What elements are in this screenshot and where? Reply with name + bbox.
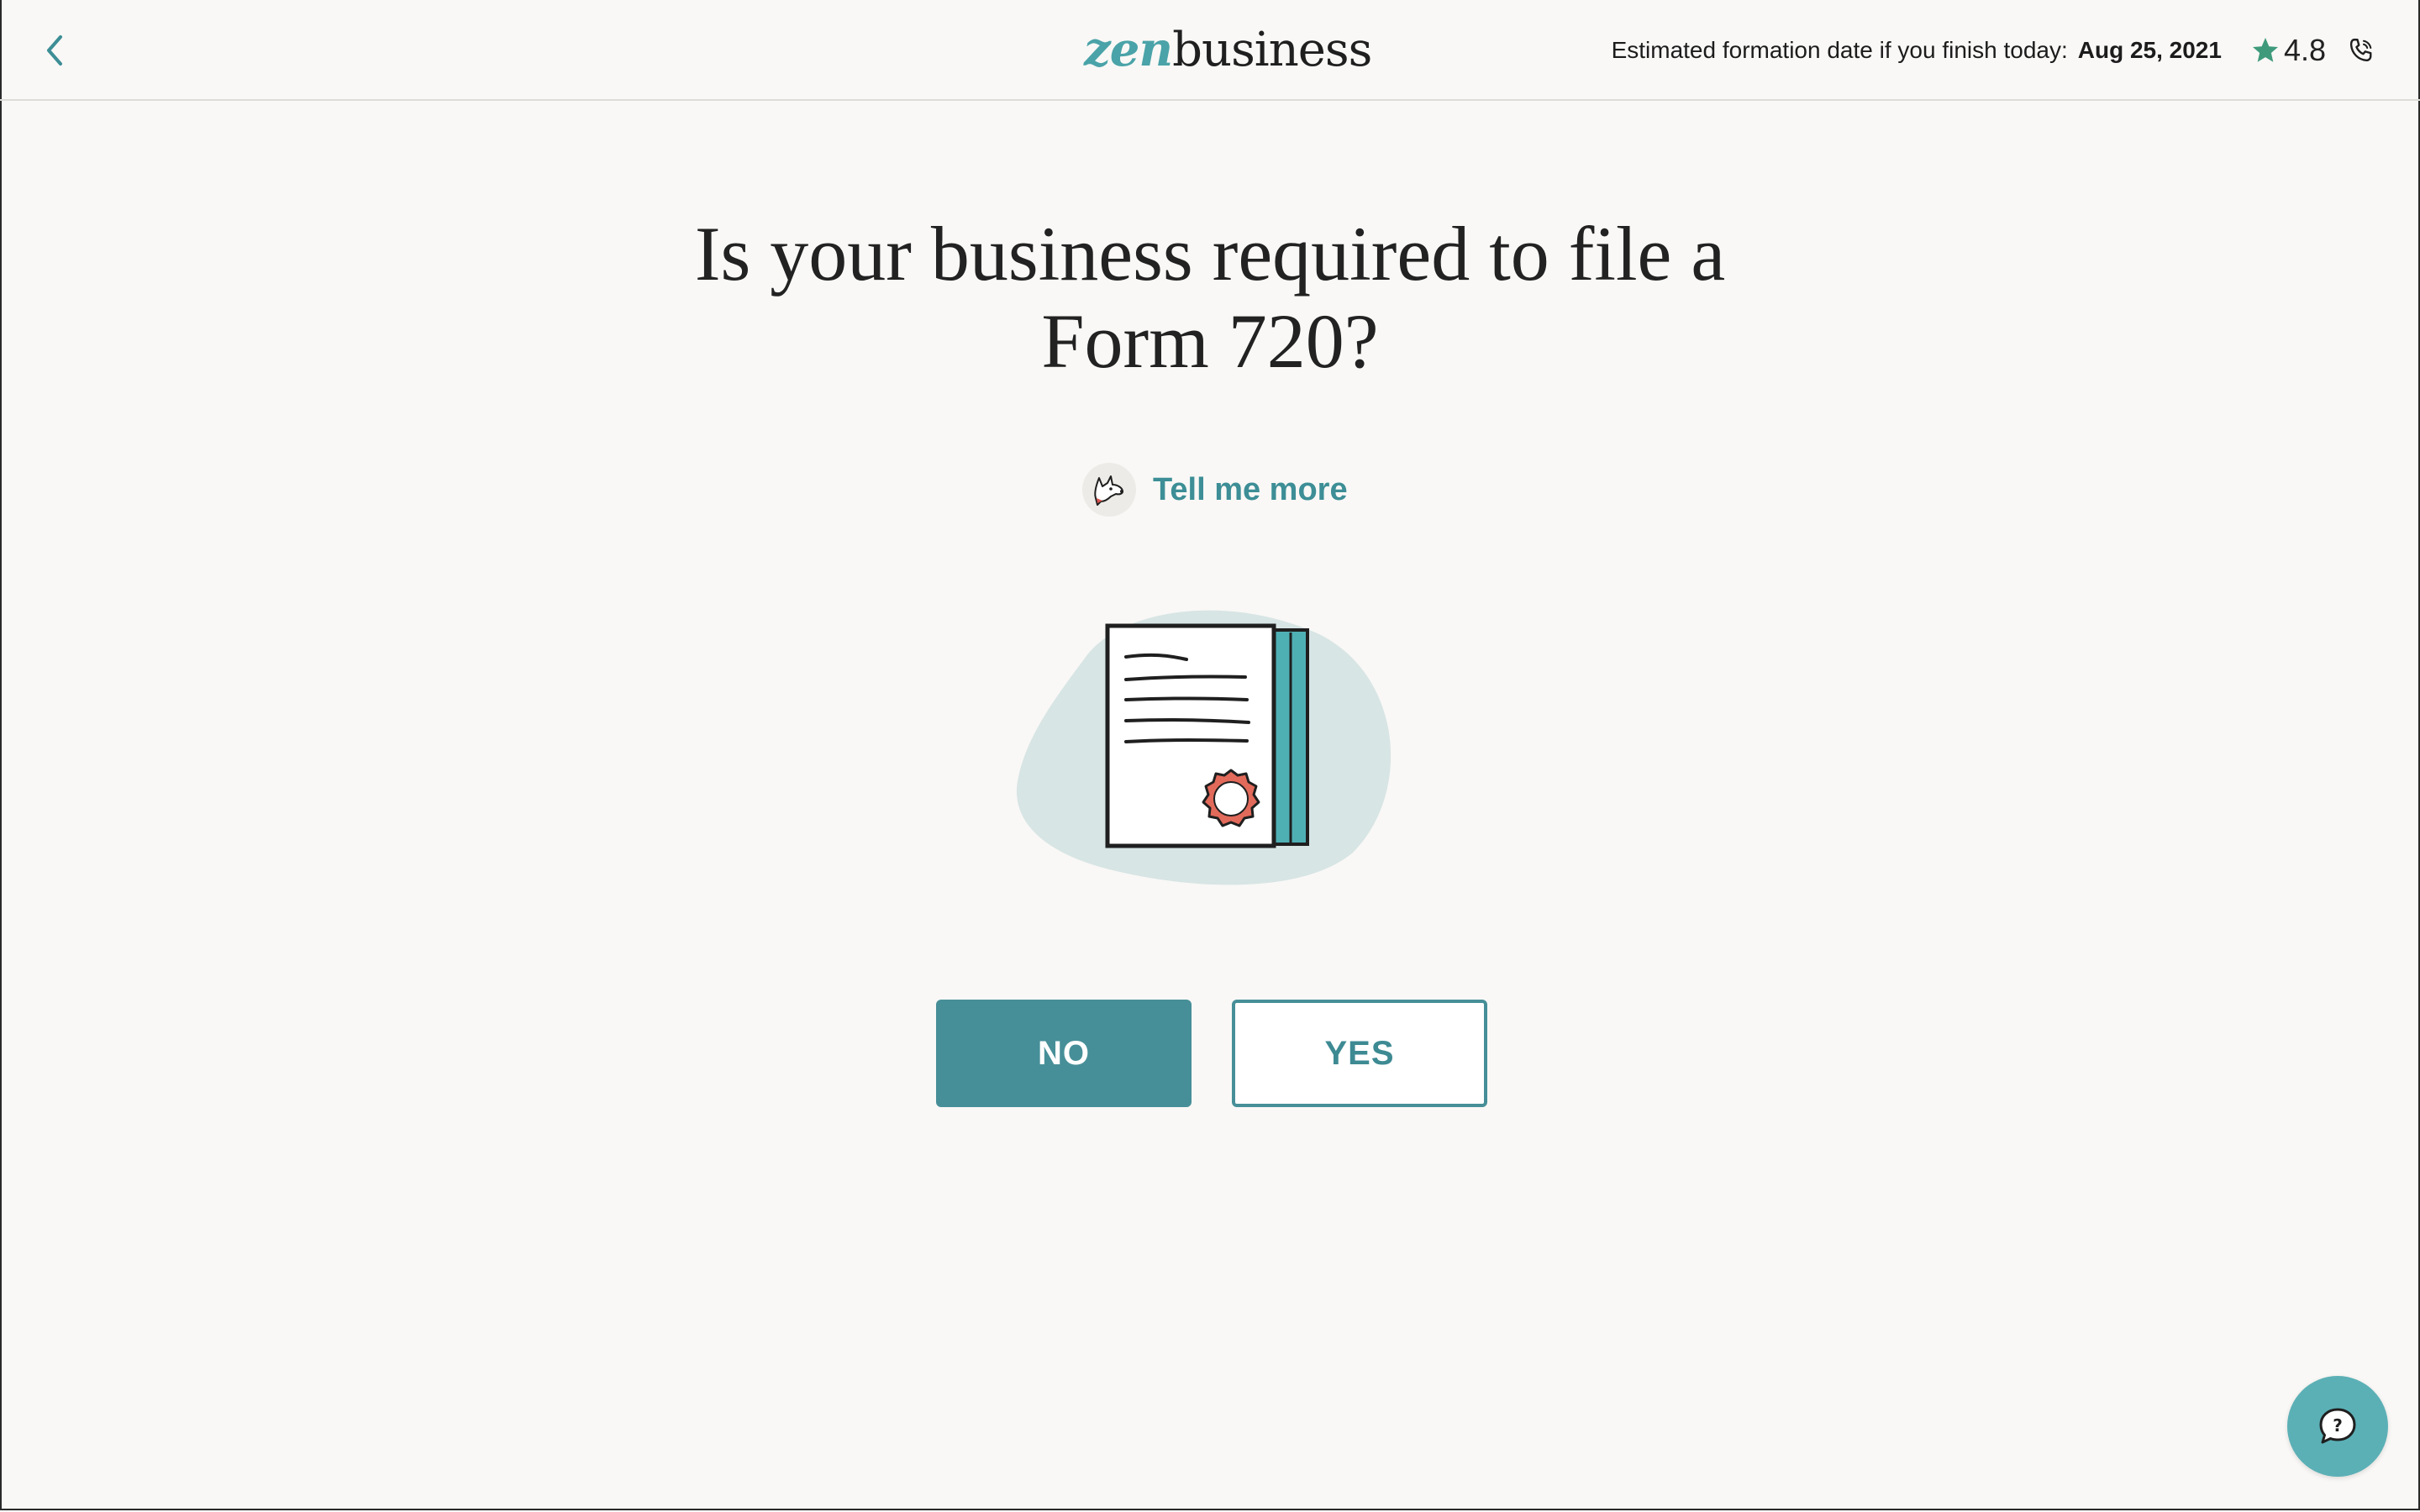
tell-me-more-label: Tell me more — [1153, 471, 1348, 507]
help-chat-button[interactable]: ? — [2287, 1376, 2388, 1477]
question-line-1: Is your business required to file a — [694, 211, 1726, 297]
tell-me-more-link[interactable]: Tell me more — [1082, 460, 1348, 519]
logo-business: business — [1172, 23, 1372, 77]
question-heading: Is your business required to file a Form… — [538, 210, 1882, 385]
logo-zen: zen — [1084, 22, 1173, 77]
top-bar: zen business Estimated formation date if… — [0, 0, 2420, 101]
back-button[interactable] — [39, 30, 72, 71]
svg-text:?: ? — [2333, 1415, 2343, 1436]
estimate-date: Aug 25, 2021 — [2077, 37, 2222, 63]
dog-mascot-icon — [1082, 463, 1136, 517]
chevron-left-icon — [47, 35, 62, 66]
star-icon — [2252, 38, 2278, 62]
question-line-2: Form 720? — [1041, 298, 1379, 384]
yes-button[interactable]: YES — [1232, 1000, 1487, 1107]
chat-question-icon: ? — [2319, 1408, 2356, 1444]
zenbusiness-logo[interactable]: zen business — [1084, 22, 1372, 77]
estimate-label: Estimated formation date if you finish t… — [1611, 37, 2068, 63]
header-info: Estimated formation date if you finish t… — [1612, 25, 2376, 76]
phone-icon[interactable] — [2346, 35, 2376, 66]
rating-value: 4.8 — [2283, 33, 2326, 67]
document-seal-icon — [1016, 610, 1392, 885]
no-button[interactable]: NO — [936, 1000, 1192, 1107]
